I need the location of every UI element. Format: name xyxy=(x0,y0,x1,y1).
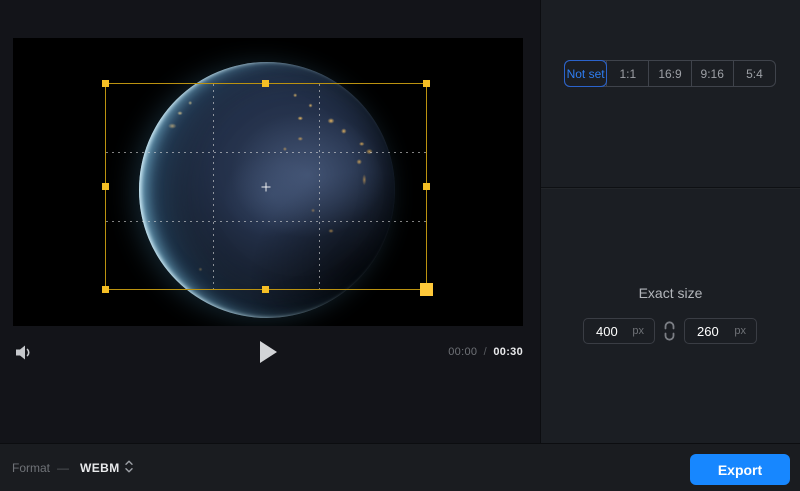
link-dimensions-button[interactable] xyxy=(663,320,676,342)
exact-size-heading: Exact size xyxy=(638,285,703,301)
aspect-option-1-1[interactable]: 1:1 xyxy=(607,61,650,86)
crop-box[interactable] xyxy=(102,80,433,296)
height-field: px xyxy=(684,318,757,344)
format-control: Format — WEBM xyxy=(12,444,137,491)
width-input[interactable] xyxy=(584,323,626,339)
crop-handle-top-left[interactable] xyxy=(102,80,109,87)
crop-grid-line-horizontal-2 xyxy=(106,220,426,222)
volume-button[interactable] xyxy=(13,344,35,362)
play-button[interactable] xyxy=(257,340,279,366)
crop-handle-bottom-left[interactable] xyxy=(102,286,109,293)
format-separator: — xyxy=(57,461,70,475)
crop-handle-middle-right[interactable] xyxy=(423,182,430,190)
height-unit-label: px xyxy=(734,325,746,337)
exact-size-row: px px xyxy=(541,318,800,344)
crop-handle-top-right[interactable] xyxy=(423,80,430,87)
time-separator: / xyxy=(483,346,487,358)
video-stage xyxy=(13,38,523,326)
crop-handle-bottom-center[interactable] xyxy=(262,286,269,293)
play-icon xyxy=(259,341,278,367)
current-time: 00:00 xyxy=(448,346,478,358)
crop-handle-bottom-right[interactable] xyxy=(420,283,433,296)
aspect-option-not-set[interactable]: Not set xyxy=(563,60,608,87)
time-display: 00:00 / 00:30 xyxy=(448,346,523,358)
aspect-option-5-4[interactable]: 5:4 xyxy=(734,61,775,86)
total-duration: 00:30 xyxy=(493,346,523,358)
aspect-ratio-group: Not set 1:1 16:9 9:16 5:4 xyxy=(563,60,776,87)
format-select[interactable]: WEBM xyxy=(76,458,137,478)
video-export-app: 00:00 / 00:30 Not set 1:1 16:9 9:16 5:4 … xyxy=(0,0,800,491)
chain-link-icon xyxy=(663,321,676,345)
crop-grid-line-vertical-2 xyxy=(319,84,321,289)
select-arrows-icon xyxy=(124,460,133,476)
aspect-option-9-16[interactable]: 9:16 xyxy=(692,61,734,86)
footer-bar: Format — WEBM Export xyxy=(0,443,800,491)
crop-grid-line-horizontal-1 xyxy=(106,152,426,154)
player-controls: 00:00 / 00:30 xyxy=(13,336,523,370)
export-button[interactable]: Export xyxy=(690,454,790,485)
width-unit-label: px xyxy=(632,325,644,337)
width-field: px xyxy=(583,318,655,344)
settings-panel: Not set 1:1 16:9 9:16 5:4 Exact size px xyxy=(540,0,800,443)
aspect-option-16-9[interactable]: 16:9 xyxy=(649,61,692,86)
panel-section-divider xyxy=(541,187,800,188)
format-value: WEBM xyxy=(80,461,120,475)
crop-handle-middle-left[interactable] xyxy=(102,182,109,190)
format-label: Format xyxy=(12,461,51,475)
height-input[interactable] xyxy=(685,323,727,339)
crop-center-crosshair-icon xyxy=(261,182,271,191)
volume-icon xyxy=(15,345,34,364)
crop-handle-top-center[interactable] xyxy=(262,80,269,87)
crop-grid-line-vertical-1 xyxy=(212,84,214,289)
